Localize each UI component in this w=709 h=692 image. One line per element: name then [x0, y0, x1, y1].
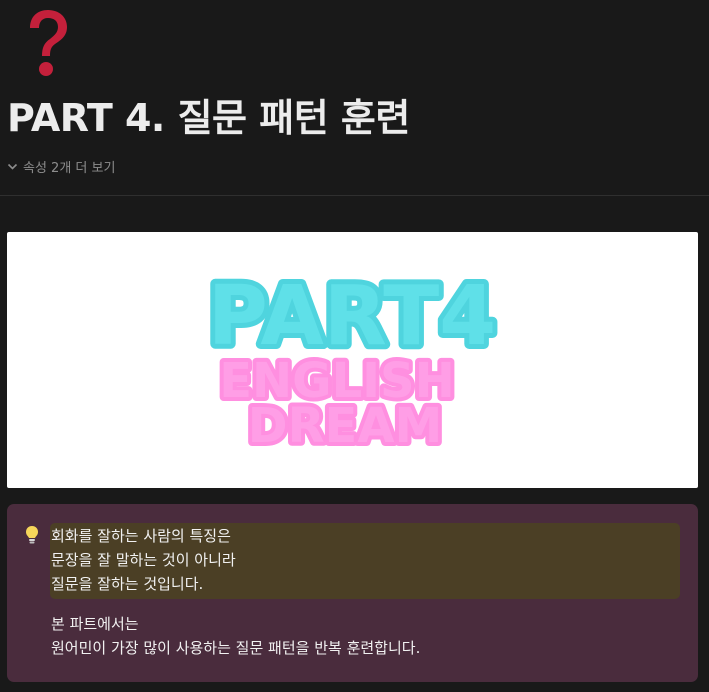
- callout-body-line-2[interactable]: 원어민이 가장 많이 사용하는 질문 패턴을 반복 훈련합니다.: [51, 638, 420, 658]
- cover-art: PART4 PART4 ENGLISH ENGLISH DREAM DREAM: [203, 264, 501, 458]
- cover-image[interactable]: PART4 PART4 ENGLISH ENGLISH DREAM DREAM: [7, 232, 698, 488]
- cover-line-dream-fill: DREAM: [248, 398, 443, 454]
- properties-toggle-label: 속성 2개 더 보기: [23, 160, 116, 176]
- cover-line-part4-fill: PART4: [208, 269, 496, 364]
- chevron-down-icon: [7, 163, 18, 170]
- callout-highlight-line-1[interactable]: 회화를 잘하는 사람의 특징은: [51, 526, 231, 546]
- callout: 회화를 잘하는 사람의 특징은 문장을 잘 말하는 것이 아니라 질문을 잘하는…: [7, 504, 698, 682]
- properties-toggle[interactable]: 속성 2개 더 보기: [6, 155, 115, 177]
- callout-highlight-line-3[interactable]: 질문을 잘하는 것입니다.: [51, 574, 203, 594]
- lightbulb-icon[interactable]: [24, 525, 40, 545]
- page-title[interactable]: PART 4. 질문 패턴 훈련: [7, 92, 410, 144]
- divider: [0, 195, 709, 196]
- callout-highlight-line-2[interactable]: 문장을 잘 말하는 것이 아니라: [51, 550, 236, 570]
- callout-body-line-1[interactable]: 본 파트에서는: [51, 614, 139, 634]
- red-question-mark-icon[interactable]: [22, 6, 72, 80]
